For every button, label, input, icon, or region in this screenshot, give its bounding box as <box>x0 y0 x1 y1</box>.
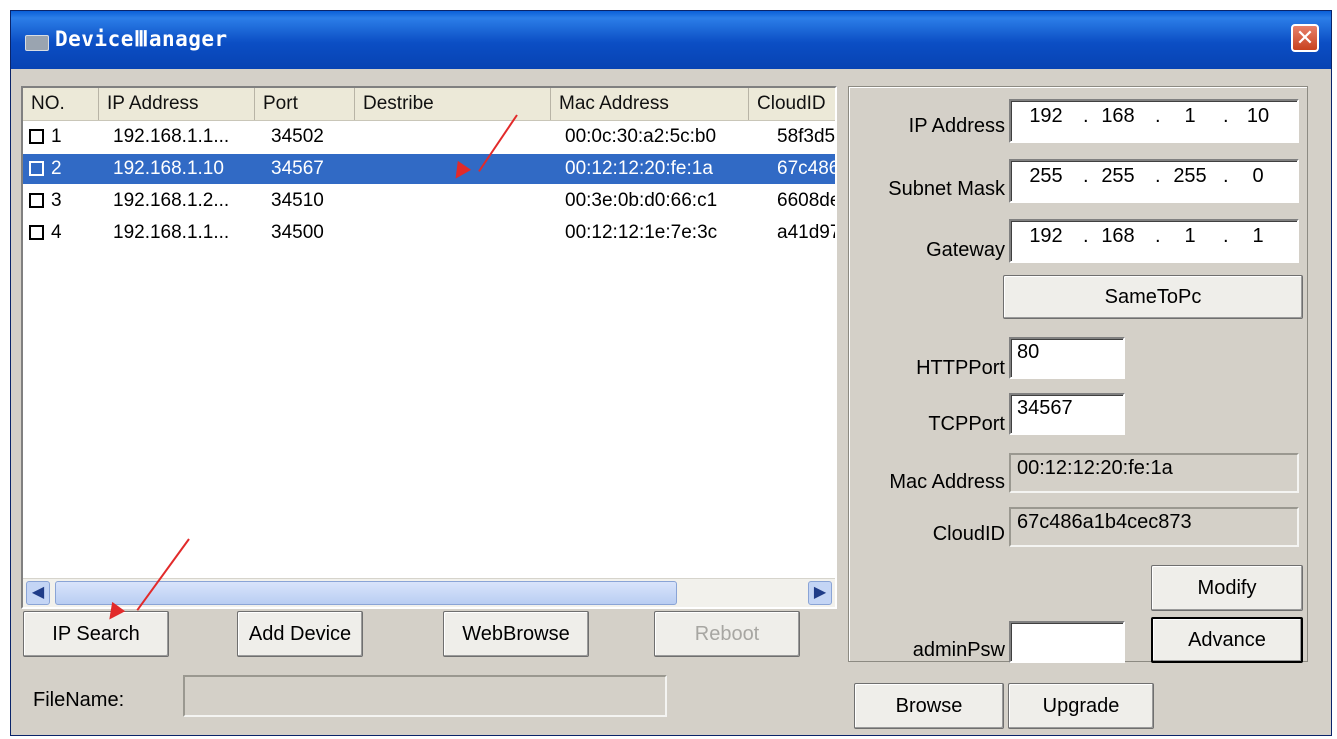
cell-cloudid: 58f3d55 <box>777 126 835 147</box>
cell-ip: 192.168.1.2... <box>113 190 230 211</box>
column-header-mac-address[interactable]: Mac Address <box>551 88 749 120</box>
cell-port: 34567 <box>271 158 324 179</box>
cell-cloudid: 6608de <box>777 190 835 211</box>
cloudid-field: 67c486a1b4cec873 <box>1009 507 1299 547</box>
browse-button[interactable]: Browse <box>854 683 1004 729</box>
window-title: DeviceⅢanager <box>55 27 228 51</box>
cell-cloudid: 67c486 <box>777 158 835 179</box>
same-to-pc-button[interactable]: SameToPc <box>1003 275 1303 319</box>
subnet-octet-1: 255 <box>1029 165 1063 187</box>
app-icon <box>25 35 49 51</box>
gateway-input[interactable]: 192 . 168 . 1 . 1 <box>1009 219 1299 263</box>
scroll-right-arrow-icon[interactable]: ▶ <box>808 581 832 605</box>
cell-mac: 00:12:12:1e:7e:3c <box>565 222 718 243</box>
ip-dot: . <box>1223 165 1229 187</box>
webbrowse-button[interactable]: WebBrowse <box>443 611 589 657</box>
gateway-octet-1: 192 <box>1029 225 1063 247</box>
row-checkbox[interactable] <box>29 161 44 176</box>
admin-password-label: adminPsw <box>912 639 1005 661</box>
column-header-destribe[interactable]: Destribe <box>355 88 551 120</box>
admin-password-input[interactable] <box>1009 621 1125 663</box>
ip-dot: . <box>1155 105 1161 127</box>
cell-cloudid: a41d97 <box>777 222 835 243</box>
network-settings-panel: IP Address 192 . 168 . 1 . 10 Subnet Mas… <box>848 86 1308 663</box>
cell-ip: 192.168.1.1... <box>113 222 230 243</box>
device-list[interactable]: NO. IP Address Port Destribe Mac Address… <box>21 86 837 609</box>
cell-mac: 00:3e:0b:d0:66:c1 <box>565 190 718 211</box>
cell-no: 3 <box>51 190 62 211</box>
ip-dot: . <box>1083 225 1089 247</box>
ip-dot: . <box>1223 225 1229 247</box>
ip-octet-3: 1 <box>1184 105 1196 127</box>
gateway-octet-4: 1 <box>1252 225 1264 247</box>
row-checkbox[interactable] <box>29 225 44 240</box>
subnet-mask-label: Subnet Mask <box>888 178 1005 200</box>
cell-ip: 192.168.1.1... <box>113 126 230 147</box>
advance-button[interactable]: Advance <box>1151 617 1303 663</box>
cell-no: 1 <box>51 126 62 147</box>
add-device-button[interactable]: Add Device <box>237 611 363 657</box>
ip-dot: . <box>1155 165 1161 187</box>
horizontal-scrollbar[interactable]: ◀ ▶ <box>23 578 835 607</box>
ip-search-button[interactable]: IP Search <box>23 611 169 657</box>
mac-address-value: 00:12:12:20:fe:1a <box>1017 457 1173 479</box>
table-row[interactable]: 1 192.168.1.1... 34502 00:0c:30:a2:5c:b0… <box>23 122 835 152</box>
subnet-octet-3: 255 <box>1173 165 1207 187</box>
cell-port: 34502 <box>271 126 324 147</box>
column-header-no[interactable]: NO. <box>23 88 99 120</box>
ip-address-label: IP Address <box>908 115 1005 137</box>
gateway-label: Gateway <box>926 239 1005 261</box>
mac-address-field: 00:12:12:20:fe:1a <box>1009 453 1299 493</box>
gateway-octet-3: 1 <box>1184 225 1196 247</box>
ip-address-input[interactable]: 192 . 168 . 1 . 10 <box>1009 99 1299 143</box>
ip-octet-1: 192 <box>1029 105 1063 127</box>
mac-address-label: Mac Address <box>889 471 1005 493</box>
cell-mac: 00:0c:30:a2:5c:b0 <box>565 126 717 147</box>
device-manager-window: DeviceⅢanager ✕ NO. IP Address Port Dest… <box>10 10 1332 736</box>
table-row[interactable]: 2 192.168.1.10 34567 00:12:12:20:fe:1a 6… <box>23 154 835 184</box>
ip-dot: . <box>1083 105 1089 127</box>
gateway-octet-2: 168 <box>1101 225 1135 247</box>
cell-port: 34510 <box>271 190 324 211</box>
column-header-cloudid[interactable]: CloudID <box>749 88 835 120</box>
list-header: NO. IP Address Port Destribe Mac Address… <box>23 88 835 121</box>
cell-no: 2 <box>51 158 62 179</box>
cloudid-label: CloudID <box>932 523 1005 545</box>
http-port-label: HTTPPort <box>916 357 1005 379</box>
subnet-octet-2: 255 <box>1101 165 1135 187</box>
filename-field[interactable] <box>183 675 667 717</box>
close-button[interactable]: ✕ <box>1291 24 1319 52</box>
subnet-mask-input[interactable]: 255 . 255 . 255 . 0 <box>1009 159 1299 203</box>
cell-no: 4 <box>51 222 62 243</box>
subnet-octet-4: 0 <box>1252 165 1264 187</box>
http-port-value: 80 <box>1017 341 1040 363</box>
tcp-port-value: 34567 <box>1017 397 1073 419</box>
table-row[interactable]: 3 192.168.1.2... 34510 00:3e:0b:d0:66:c1… <box>23 186 835 216</box>
tcp-port-label: TCPPort <box>928 413 1005 435</box>
column-header-port[interactable]: Port <box>255 88 355 120</box>
filename-label: FileName: <box>33 689 125 711</box>
title-bar[interactable]: DeviceⅢanager ✕ <box>11 11 1331 69</box>
http-port-input[interactable]: 80 <box>1009 337 1125 379</box>
ip-octet-2: 168 <box>1101 105 1135 127</box>
column-header-ip-address[interactable]: IP Address <box>99 88 255 120</box>
ip-dot: . <box>1155 225 1161 247</box>
scroll-left-arrow-icon[interactable]: ◀ <box>26 581 50 605</box>
row-checkbox[interactable] <box>29 129 44 144</box>
cell-mac: 00:12:12:20:fe:1a <box>565 158 713 179</box>
row-checkbox[interactable] <box>29 193 44 208</box>
ip-dot: . <box>1083 165 1089 187</box>
ip-octet-4: 10 <box>1246 105 1270 127</box>
cloudid-value: 67c486a1b4cec873 <box>1017 511 1192 533</box>
reboot-button[interactable]: Reboot <box>654 611 800 657</box>
modify-button[interactable]: Modify <box>1151 565 1303 611</box>
tcp-port-input[interactable]: 34567 <box>1009 393 1125 435</box>
cell-port: 34500 <box>271 222 324 243</box>
table-row[interactable]: 4 192.168.1.1... 34500 00:12:12:1e:7e:3c… <box>23 218 835 248</box>
upgrade-button[interactable]: Upgrade <box>1008 683 1154 729</box>
cell-ip: 192.168.1.10 <box>113 158 224 179</box>
ip-dot: . <box>1223 105 1229 127</box>
